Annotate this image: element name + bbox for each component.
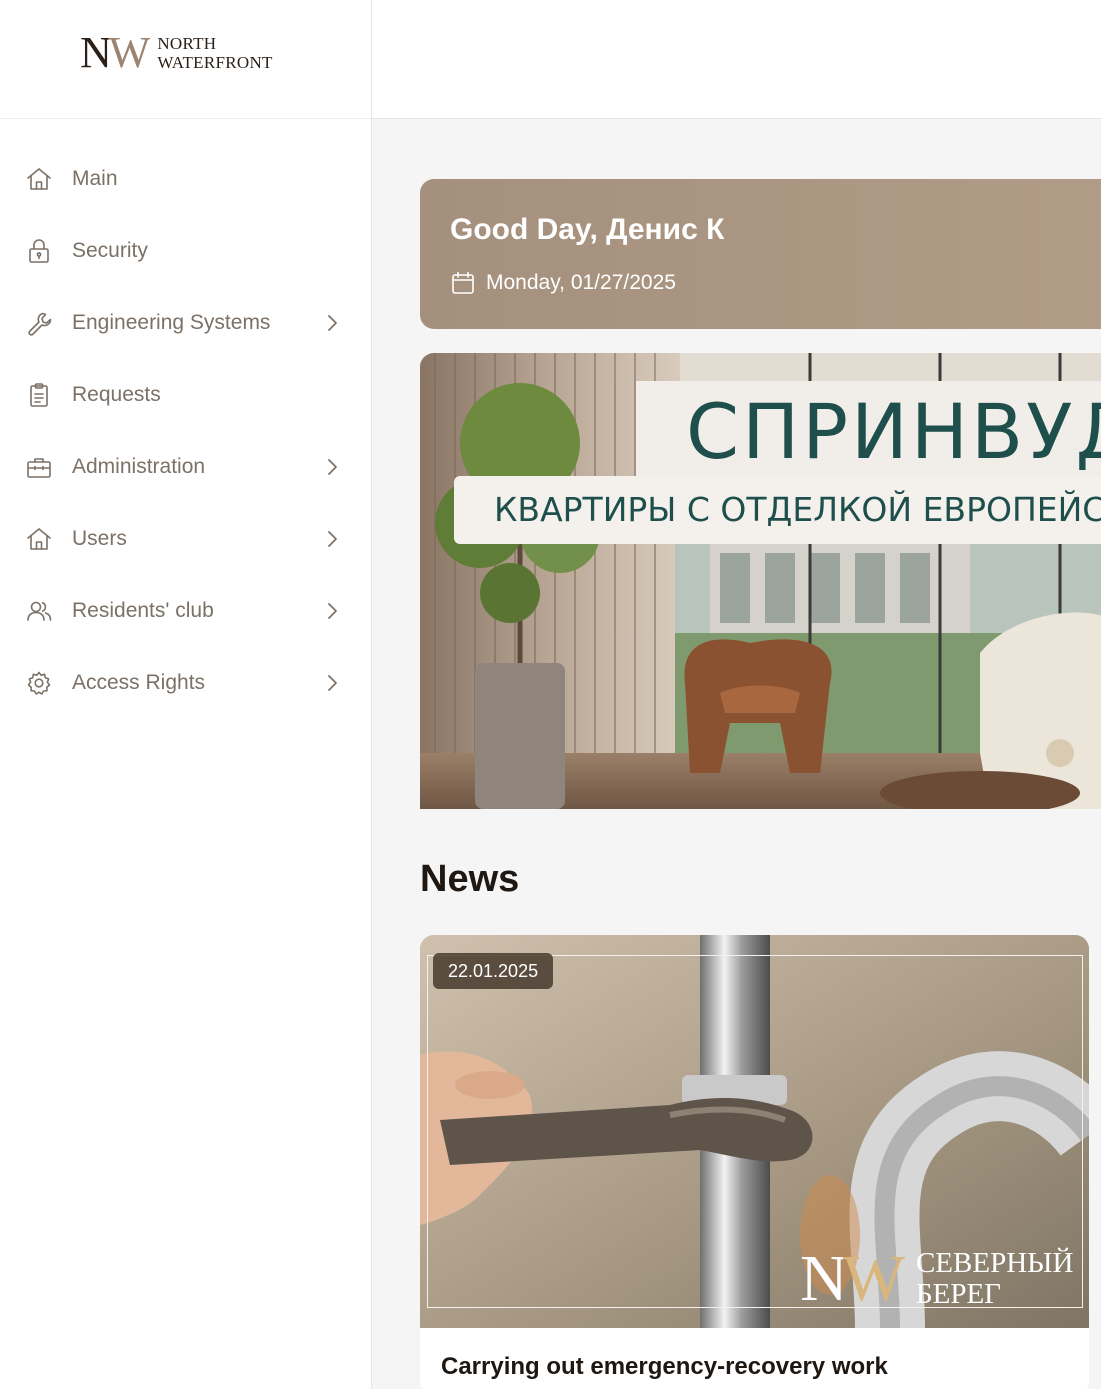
sidebar-item-security[interactable]: Security [0,215,372,287]
greeting-card: Good Day, Денис К Monday, 01/27/2025 [420,179,1101,329]
sidebar-item-label: Access Rights [72,671,206,694]
chevron-right-icon[interactable] [322,313,342,333]
sidebar-item-label: Administration [72,455,206,478]
logo-area: NW NORTH WATERFRONT [0,0,371,119]
sidebar-item-requests[interactable]: Requests [0,359,372,431]
app-root: NW NORTH WATERFRONT Main Security Engine… [0,0,1101,1389]
greeting-date: Monday, 01/27/2025 [450,270,676,296]
sidebar-item-access-rights[interactable]: Access Rights [0,647,372,719]
news-logo-mark: NW [800,1242,905,1315]
home-icon [24,524,54,554]
news-headline[interactable]: Carrying out emergency-recovery work [441,1353,888,1381]
brand-name-line1: NORTH [157,34,217,53]
wrench-icon [24,308,54,338]
greeting-title: Good Day, Денис К [450,213,725,246]
promo-banner[interactable]: СПРИНВУД КВАРТИРЫ С ОТДЕЛКОЙ ЕВРОПЕЙСКОГ… [420,353,1101,809]
users-icon [24,596,54,626]
sidebar-item-label: Residents' club [72,599,214,622]
brand-name-line2: WATERFRONT [157,53,273,72]
news-logo-text: СЕВЕРНЫЙ БЕРЕГ [916,1248,1073,1310]
news-card[interactable]: 22.01.2025 NW СЕВЕРНЫЙ БЕРЕГ Carrying ou… [420,935,1089,1389]
news-date-badge: 22.01.2025 [433,953,554,989]
news-section-title: News [420,858,520,900]
clipboard-icon [24,380,54,410]
chevron-right-icon[interactable] [322,673,342,693]
greeting-date-text: Monday, 01/27/2025 [486,271,676,294]
sidebar-item-main[interactable]: Main [0,143,372,215]
sidebar-nav: Main Security Engineering Systems Reques… [0,143,372,719]
sidebar-item-label: Main [72,167,118,190]
news-image: 22.01.2025 NW СЕВЕРНЫЙ БЕРЕГ [420,935,1089,1328]
lock-icon [24,236,54,266]
sidebar-item-residents-club[interactable]: Residents' club [0,575,372,647]
brand-logo-mark: NW [80,28,150,77]
brand-logo-text: NORTH WATERFRONT [157,34,272,72]
chevron-right-icon[interactable] [322,457,342,477]
banner-subtitle: КВАРТИРЫ С ОТДЕЛКОЙ ЕВРОПЕЙСКОГО [494,490,1101,529]
brand-logo[interactable]: NW NORTH WATERFRONT [80,28,273,77]
sidebar-item-engineering-systems[interactable]: Engineering Systems [0,287,372,359]
sidebar-item-label: Engineering Systems [72,311,271,334]
top-header [372,0,1101,119]
sidebar: NW NORTH WATERFRONT Main Security Engine… [0,0,372,1389]
banner-title: СПРИНВУД [686,387,1101,476]
briefcase-icon [24,452,54,482]
home-icon [24,164,54,194]
sidebar-item-label: Requests [72,383,161,406]
gear-icon [24,668,54,698]
sidebar-item-label: Users [72,527,127,550]
sidebar-item-users[interactable]: Users [0,503,372,575]
news-logo-line2: БЕРЕГ [915,1278,1001,1310]
sidebar-item-administration[interactable]: Administration [0,431,372,503]
chevron-right-icon[interactable] [322,529,342,549]
chevron-right-icon[interactable] [322,601,342,621]
calendar-icon [452,271,474,294]
news-brand-logo: NW СЕВЕРНЫЙ БЕРЕГ [800,1242,1073,1315]
news-logo-line1: СЕВЕРНЫЙ [915,1247,1074,1279]
sidebar-item-label: Security [72,239,148,262]
